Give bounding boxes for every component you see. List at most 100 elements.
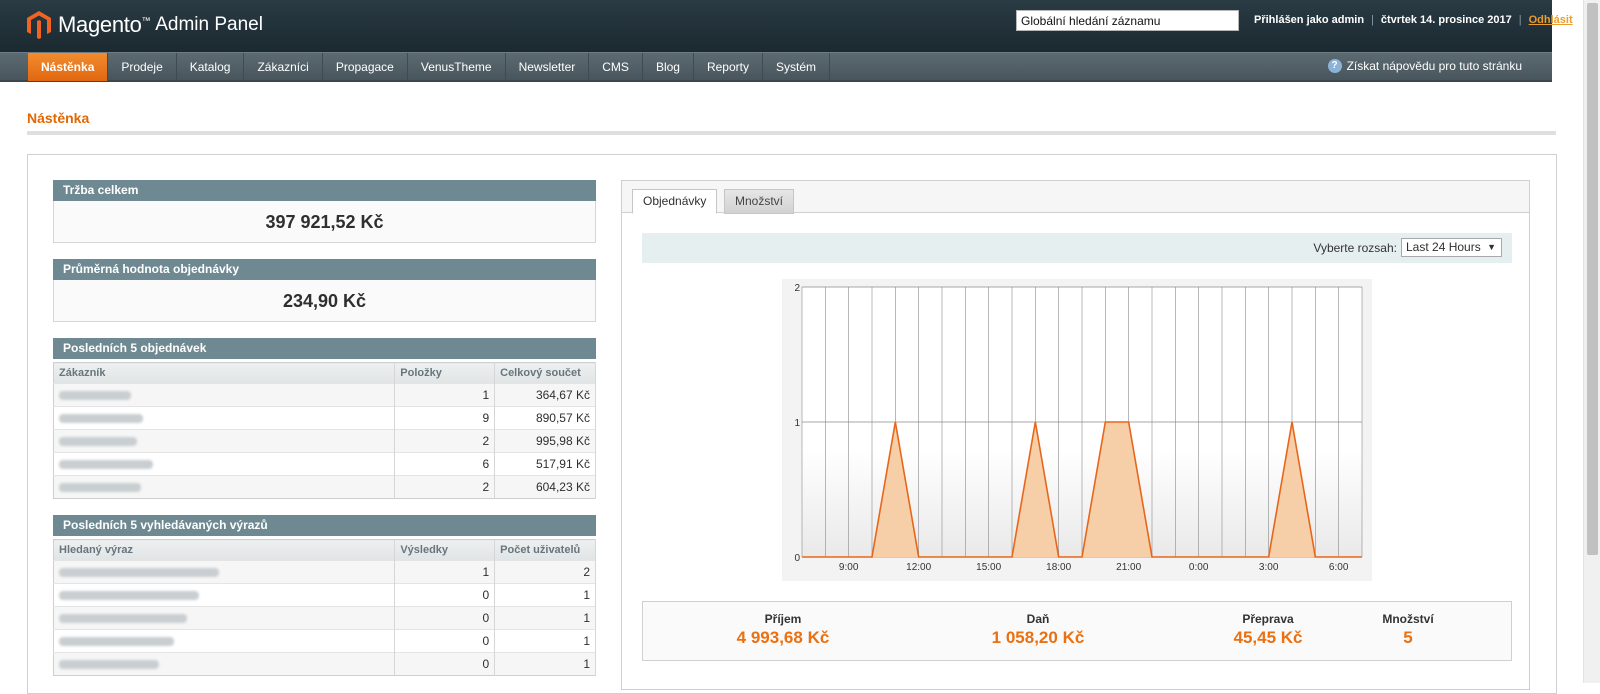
main-nav: Nástěnka Prodeje Katalog Zákazníci Propa… xyxy=(0,52,1552,82)
nav-item-system[interactable]: Systém xyxy=(763,53,831,81)
customer-name-blurred xyxy=(53,383,396,407)
logged-in-label: Přihlášen jako admin xyxy=(1254,14,1365,26)
customer-name-blurred xyxy=(53,406,396,430)
lifetime-sales-value: 397 921,52 Kč xyxy=(53,201,596,243)
search-term-blurred xyxy=(53,652,396,676)
table-row[interactable]: 1 2 xyxy=(53,560,596,584)
last-orders-header: Posledních 5 objednávek xyxy=(53,338,596,359)
nav-item-blog[interactable]: Blog xyxy=(643,53,694,81)
table-row[interactable]: 1 364,67 Kč xyxy=(53,383,596,407)
orders-chart-svg: 0 1 2 9:00 12:00 15:00 18:00 21:00 0:00 3:00 6:00 xyxy=(782,279,1372,581)
search-results: 0 xyxy=(394,606,496,630)
table-row[interactable]: 9 890,57 Kč xyxy=(53,406,596,430)
nav-item-reports[interactable]: Reporty xyxy=(694,53,763,81)
total-shipping-value: 45,45 Kč xyxy=(1233,628,1303,647)
table-row[interactable]: 0 1 xyxy=(53,583,596,607)
title-divider xyxy=(27,131,1556,135)
nav-item-catalog[interactable]: Katalog xyxy=(177,53,245,81)
help-icon: ? xyxy=(1327,59,1342,73)
search-results: 0 xyxy=(394,583,496,607)
chart-x-tick-label: 15:00 xyxy=(976,562,1001,573)
logo-subtitle: Admin Panel xyxy=(155,14,263,35)
column-search-term[interactable]: Hledaný výraz xyxy=(53,539,396,561)
table-row[interactable]: 0 1 xyxy=(53,629,596,653)
dropdown-arrow-icon: ▼ xyxy=(1487,242,1496,252)
total-tax-label: Daň xyxy=(1026,612,1050,626)
table-row[interactable]: 2 995,98 Kč xyxy=(53,429,596,453)
order-total: 890,57 Kč xyxy=(494,406,596,430)
column-customer[interactable]: Zákazník xyxy=(53,362,396,384)
total-revenue-value: 4 993,68 Kč xyxy=(736,628,830,647)
search-uses: 1 xyxy=(494,606,596,630)
last-searches-header: Posledních 5 vyhledávaných výrazů xyxy=(53,515,596,536)
search-term-blurred xyxy=(53,583,396,607)
total-quantity: Množství 5 xyxy=(1358,612,1458,648)
column-results[interactable]: Výsledky xyxy=(394,539,496,561)
search-uses: 1 xyxy=(494,629,596,653)
nav-item-cms[interactable]: CMS xyxy=(589,53,643,81)
column-uses[interactable]: Počet uživatelů xyxy=(494,539,596,561)
table-row[interactable]: 6 517,91 Kč xyxy=(53,452,596,476)
nav-item-dashboard[interactable]: Nástěnka xyxy=(28,53,109,81)
totals-bar: Příjem 4 993,68 Kč Daň 1 058,20 Kč Přepr… xyxy=(642,601,1512,661)
total-tax: Daň 1 058,20 Kč xyxy=(968,612,1108,648)
range-selected-value: Last 24 Hours xyxy=(1406,240,1481,254)
chart-x-tick-label: 18:00 xyxy=(1046,562,1071,573)
chart-x-tick-label: 9:00 xyxy=(839,562,859,573)
current-date: čtvrtek 14. prosince 2017 xyxy=(1380,14,1512,26)
help-link[interactable]: ? Získat nápovědu pro tuto stránku xyxy=(1327,59,1522,73)
global-search-input[interactable] xyxy=(1016,10,1239,31)
last-searches-table: Hledaný výraz Výsledky Počet uživatelů 1… xyxy=(53,539,596,676)
range-select[interactable]: Last 24 Hours ▼ xyxy=(1401,238,1502,257)
customer-name-blurred xyxy=(53,452,396,476)
order-total: 517,91 Kč xyxy=(494,452,596,476)
last-orders-table: Zákazník Položky Celkový součet 1 364,67… xyxy=(53,362,596,499)
nav-item-newsletter[interactable]: Newsletter xyxy=(506,53,590,81)
search-uses: 2 xyxy=(494,560,596,584)
tab-amounts[interactable]: Množství xyxy=(724,189,795,214)
search-term-blurred xyxy=(53,606,396,630)
table-header-row: Hledaný výraz Výsledky Počet uživatelů xyxy=(53,539,596,561)
search-results: 0 xyxy=(394,629,496,653)
magento-logo[interactable]: Magento™ Admin Panel xyxy=(26,10,263,40)
table-header-row: Zákazník Položky Celkový součet xyxy=(53,362,596,384)
table-row[interactable]: 2 604,23 Kč xyxy=(53,475,596,499)
total-quantity-value: 5 xyxy=(1403,628,1413,647)
search-uses: 1 xyxy=(494,583,596,607)
search-term-blurred xyxy=(53,560,396,584)
logout-link[interactable]: Odhlásit xyxy=(1529,14,1573,26)
chart-x-tick-label: 21:00 xyxy=(1116,562,1141,573)
nav-item-promotions[interactable]: Propagace xyxy=(323,53,408,81)
order-total: 995,98 Kč xyxy=(494,429,596,453)
nav-item-venustheme[interactable]: VenusTheme xyxy=(408,53,506,81)
vertical-scrollbar[interactable] xyxy=(1583,0,1600,683)
chart-x-tick-label: 6:00 xyxy=(1329,562,1349,573)
column-grand-total[interactable]: Celkový součet xyxy=(494,362,596,384)
admin-header: Magento™ Admin Panel Přihlášen jako admi… xyxy=(0,0,1573,52)
search-results: 0 xyxy=(394,652,496,676)
scrollbar-thumb[interactable] xyxy=(1587,3,1598,555)
orders-chart: 0 1 2 9:00 12:00 15:00 18:00 21:00 0:00 3:00 6:00 xyxy=(782,279,1372,581)
nav-item-sales[interactable]: Prodeje xyxy=(108,53,177,81)
avg-order-header: Průměrná hodnota objednávky xyxy=(53,259,596,280)
nav-item-customers[interactable]: Zákazníci xyxy=(244,53,323,81)
diagram-panel: Objednávky Množství Vyberte rozsah: Last… xyxy=(621,180,1530,690)
order-items: 2 xyxy=(394,429,496,453)
chart-y-tick-label: 1 xyxy=(794,418,800,429)
order-items: 9 xyxy=(394,406,496,430)
chart-y-tick-label: 0 xyxy=(794,553,800,564)
table-row[interactable]: 0 1 xyxy=(53,606,596,630)
lifetime-sales-header: Tržba celkem xyxy=(53,180,596,201)
table-row[interactable]: 0 1 xyxy=(53,652,596,676)
chart-x-tick-label: 0:00 xyxy=(1189,562,1209,573)
search-uses: 1 xyxy=(494,652,596,676)
tab-orders[interactable]: Objednávky xyxy=(632,189,718,214)
column-items[interactable]: Položky xyxy=(394,362,496,384)
avg-order-value: 234,90 Kč xyxy=(53,280,596,322)
order-items: 6 xyxy=(394,452,496,476)
total-quantity-label: Množství xyxy=(1382,612,1434,626)
magento-logo-icon xyxy=(27,11,51,39)
customer-name-blurred xyxy=(53,475,396,499)
customer-name-blurred xyxy=(53,429,396,453)
help-label: Získat nápovědu pro tuto stránku xyxy=(1346,59,1522,73)
